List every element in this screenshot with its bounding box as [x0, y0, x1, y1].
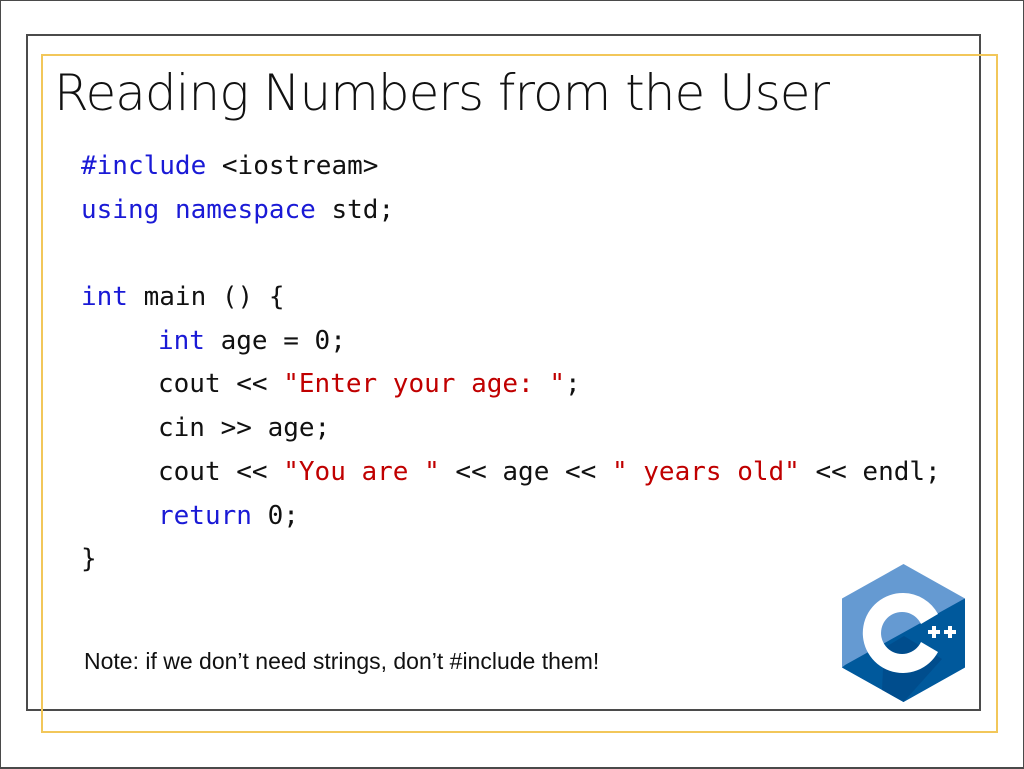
code-keyword: using: [81, 194, 160, 225]
code-block: #include <iostream> using namespace std; i…: [81, 145, 941, 582]
code-string: " years old": [611, 456, 800, 487]
slide-note: Note: if we don’t need strings, don’t #i…: [84, 648, 600, 674]
code-line: int main () {: [81, 276, 941, 320]
code-line: cout << "Enter your age: ";: [81, 363, 941, 407]
code-keyword: int: [81, 282, 128, 313]
code-text: <iostream>: [206, 151, 379, 181]
code-string: "You are ": [283, 456, 440, 487]
code-text: ;: [565, 369, 581, 400]
code-text: << endl;: [799, 456, 941, 487]
cpp-logo-icon: [842, 564, 965, 702]
code-line: }: [81, 538, 941, 582]
code-text: }: [81, 544, 97, 575]
code-line: return 0;: [81, 495, 941, 539]
code-line: cout << "You are " << age << " years old…: [81, 451, 941, 495]
code-keyword: namespace: [174, 194, 316, 225]
code-text: cin >> age;: [158, 413, 331, 444]
code-text: cout <<: [158, 456, 284, 487]
code-string: "Enter your age: ": [283, 369, 565, 400]
code-line: cin >> age;: [81, 407, 941, 451]
code-text: 0;: [251, 500, 299, 531]
code-line: #include <iostream>: [81, 145, 941, 189]
code-line: using namespace std;: [81, 189, 941, 233]
code-text: age = 0;: [204, 325, 346, 356]
code-text: std;: [315, 194, 395, 225]
code-keyword: #include: [81, 151, 207, 181]
code-line: int age = 0;: [81, 320, 941, 364]
code-text: cout <<: [158, 369, 284, 400]
code-text: main () {: [127, 282, 285, 313]
code-keyword: return: [158, 500, 252, 531]
code-text: << age <<: [439, 456, 612, 487]
code-keyword: int: [158, 325, 205, 356]
slide-title: Reading Numbers from the User: [54, 64, 830, 122]
